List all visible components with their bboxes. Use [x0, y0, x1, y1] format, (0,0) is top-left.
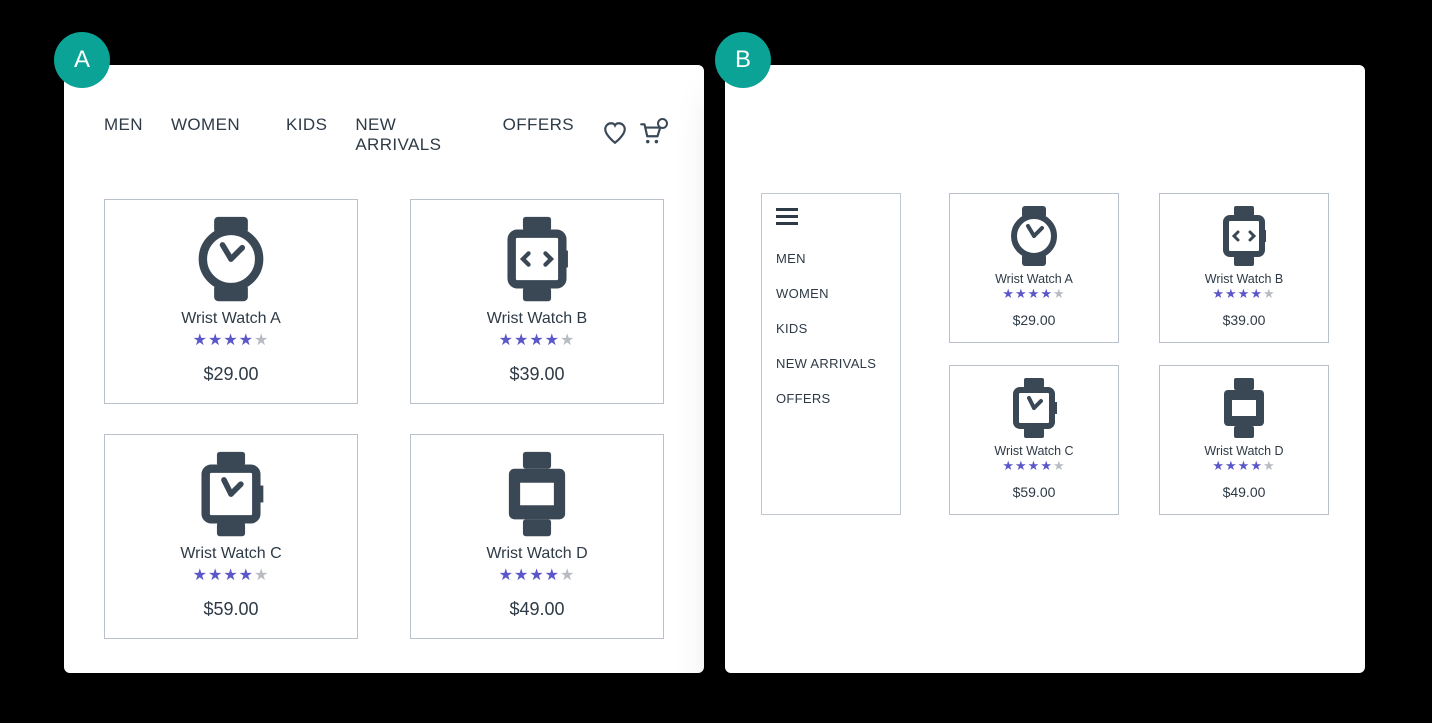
watch-round-icon [958, 204, 1110, 268]
watch-block-icon [421, 449, 653, 539]
rating-stars: ★★★★★ [421, 565, 653, 585]
product-card[interactable]: Wrist Watch A ★★★★★ $29.00 [104, 199, 358, 404]
nav-item-kids[interactable]: KIDS [286, 115, 327, 155]
rating-stars: ★★★★★ [958, 286, 1110, 302]
wishlist-icon[interactable] [602, 120, 628, 151]
panel-b: MEN WOMEN KIDS NEW ARRIVALS OFFERS Wrist… [725, 65, 1365, 673]
product-name: Wrist Watch A [115, 310, 347, 328]
sidebar: MEN WOMEN KIDS NEW ARRIVALS OFFERS [761, 193, 901, 515]
watch-digital-icon [1168, 204, 1320, 268]
product-price: $29.00 [958, 312, 1110, 328]
product-card[interactable]: Wrist Watch D ★★★★★ $49.00 [1159, 365, 1329, 515]
product-name: Wrist Watch D [1168, 444, 1320, 458]
sidebar-item-kids[interactable]: KIDS [776, 311, 886, 346]
watch-round-icon [115, 214, 347, 304]
product-name: Wrist Watch B [421, 310, 653, 328]
watch-block-icon [1168, 376, 1320, 440]
nav-item-offers[interactable]: OFFERS [503, 115, 574, 155]
rating-stars: ★★★★★ [958, 458, 1110, 474]
panel-badge-b: B [715, 32, 771, 88]
product-price: $29.00 [115, 364, 347, 385]
product-name: Wrist Watch B [1168, 272, 1320, 286]
product-name: Wrist Watch C [958, 444, 1110, 458]
watch-digital-icon [421, 214, 653, 304]
rating-stars: ★★★★★ [115, 565, 347, 585]
product-grid-a: Wrist Watch A ★★★★★ $29.00 Wrist Watch B… [104, 199, 664, 639]
product-price: $39.00 [421, 364, 653, 385]
product-price: $49.00 [421, 599, 653, 620]
product-card[interactable]: Wrist Watch C ★★★★★ $59.00 [949, 365, 1119, 515]
sidebar-item-offers[interactable]: OFFERS [776, 381, 886, 416]
product-price: $49.00 [1168, 484, 1320, 500]
product-grid-b: Wrist Watch A ★★★★★ $29.00 Wrist Watch B… [949, 193, 1329, 515]
rating-stars: ★★★★★ [1168, 458, 1320, 474]
sidebar-item-new-arrivals[interactable]: NEW ARRIVALS [776, 346, 886, 381]
product-card[interactable]: Wrist Watch B ★★★★★ $39.00 [410, 199, 664, 404]
nav-item-women[interactable]: WOMEN [171, 115, 240, 155]
product-price: $59.00 [115, 599, 347, 620]
product-card[interactable]: Wrist Watch D ★★★★★ $49.00 [410, 434, 664, 639]
product-price: $59.00 [958, 484, 1110, 500]
product-card[interactable]: Wrist Watch A ★★★★★ $29.00 [949, 193, 1119, 343]
hamburger-icon[interactable] [776, 208, 798, 225]
rating-stars: ★★★★★ [421, 330, 653, 350]
product-card[interactable]: Wrist Watch C ★★★★★ $59.00 [104, 434, 358, 639]
product-name: Wrist Watch C [115, 545, 347, 563]
sidebar-item-men[interactable]: MEN [776, 241, 886, 276]
top-nav: MEN WOMEN KIDS NEW ARRIVALS OFFERS [104, 97, 664, 155]
rating-stars: ★★★★★ [115, 330, 347, 350]
nav-item-men[interactable]: MEN [104, 115, 143, 155]
watch-square-icon [115, 449, 347, 539]
cart-icon[interactable] [638, 120, 664, 151]
panel-badge-a: A [54, 32, 110, 88]
product-name: Wrist Watch D [421, 545, 653, 563]
product-price: $39.00 [1168, 312, 1320, 328]
nav-item-new-arrivals[interactable]: NEW ARRIVALS [355, 115, 474, 155]
rating-stars: ★★★★★ [1168, 286, 1320, 302]
cart-badge [657, 118, 668, 129]
product-card[interactable]: Wrist Watch B ★★★★★ $39.00 [1159, 193, 1329, 343]
watch-square-icon [958, 376, 1110, 440]
panel-a: MEN WOMEN KIDS NEW ARRIVALS OFFERS Wrist… [64, 65, 704, 673]
sidebar-item-women[interactable]: WOMEN [776, 276, 886, 311]
product-name: Wrist Watch A [958, 272, 1110, 286]
